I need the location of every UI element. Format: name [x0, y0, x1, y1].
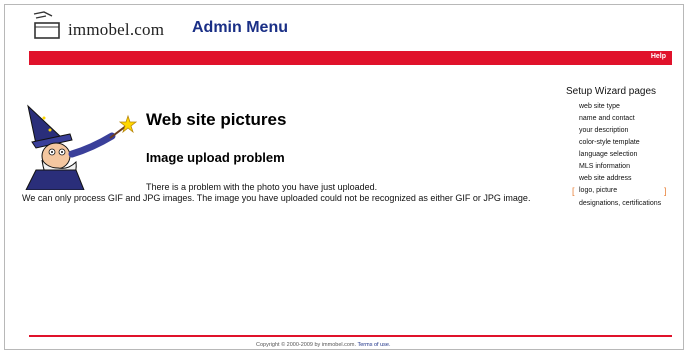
setup-wizard-heading: Setup Wizard pages — [566, 86, 657, 97]
error-message-line2: We can only process GIF and JPG images. … — [22, 193, 531, 203]
logo[interactable]: immobel.com — [30, 10, 164, 40]
footer-red-line — [29, 335, 672, 337]
top-red-bar: Help — [29, 51, 672, 65]
terms-of-use-link[interactable]: Terms of use. — [357, 342, 390, 348]
current-marker-right-icon: ] — [664, 186, 667, 196]
page-subtitle: Image upload problem — [146, 150, 285, 165]
wizard-item-language-selection[interactable]: language selection — [579, 149, 669, 161]
current-marker-left-icon: [ — [572, 186, 575, 196]
help-link[interactable]: Help — [651, 53, 666, 60]
setup-wizard-nav: web site type name and contact your desc… — [572, 101, 669, 208]
wizard-item-color-style-template[interactable]: color-style template — [579, 137, 669, 149]
page-title: Web site pictures — [146, 110, 287, 129]
wizard-item-name-and-contact[interactable]: name and contact — [579, 113, 669, 125]
logo-mark-icon — [33, 11, 60, 39]
logo-text: immobel.com — [68, 20, 165, 39]
error-message-line1: There is a problem with the photo you ha… — [146, 182, 378, 192]
wizard-item-your-description[interactable]: your description — [579, 125, 669, 137]
wizard-item-label: logo, picture — [579, 187, 618, 194]
admin-menu-title: Admin Menu — [192, 19, 288, 36]
wizard-item-logo-picture[interactable]: [ logo, picture ] — [572, 185, 669, 197]
error-message: There is a problem with the photo you ha… — [22, 182, 542, 204]
wizard-item-web-site-type[interactable]: web site type — [579, 101, 669, 113]
wizard-item-mls-information[interactable]: MLS information — [579, 161, 669, 173]
copyright-text: Copyright © 2000-2009 by immobel.com. — [256, 342, 357, 348]
wizard-item-web-site-address[interactable]: web site address — [579, 173, 669, 185]
footer: Copyright © 2000-2009 by immobel.com. Te… — [256, 342, 391, 348]
wizard-item-designations-certifications[interactable]: designations, certifications — [579, 197, 669, 208]
